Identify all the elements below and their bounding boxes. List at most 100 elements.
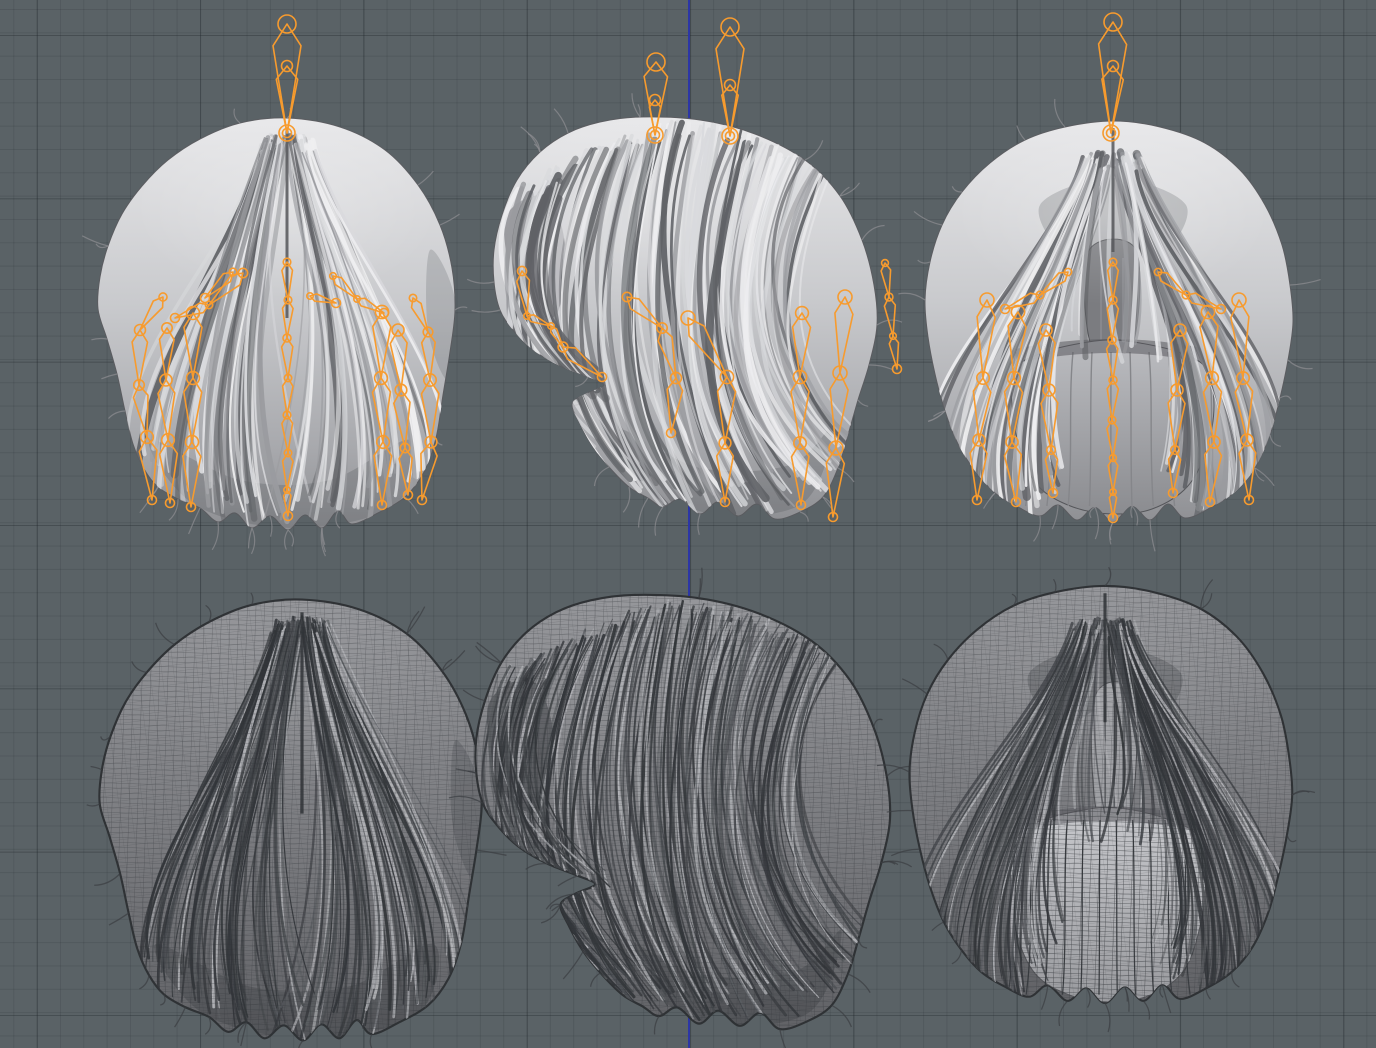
- hair-wisp: [857, 938, 868, 949]
- hair-wisp: [287, 529, 295, 547]
- hair-wisp: [1104, 1002, 1111, 1033]
- hair-wisp: [160, 994, 166, 1006]
- hair-wisp: [91, 337, 108, 341]
- hair-wisp: [868, 364, 893, 371]
- armature-bone-chain[interactable]: [880, 258, 903, 375]
- hair-wisp: [1058, 1000, 1069, 1027]
- hair-wisp: [913, 210, 943, 226]
- hair-wisp: [1289, 279, 1321, 286]
- hair-wisp: [204, 1016, 212, 1035]
- hair-detail: [909, 585, 1293, 1004]
- hair-wisp: [847, 973, 871, 994]
- hair-wisp: [527, 133, 541, 153]
- hair-wisp: [1287, 359, 1313, 370]
- hair-wisp: [898, 292, 926, 301]
- hair-wisp: [233, 108, 241, 124]
- hair-wisp: [155, 622, 175, 646]
- hair-wisp: [476, 849, 507, 856]
- hair-wisp: [933, 643, 949, 660]
- hair-wisp: [466, 278, 495, 284]
- hair-wisp: [1269, 434, 1281, 447]
- 3d-viewport[interactable]: [0, 0, 1376, 1048]
- hair-wisp: [139, 975, 150, 990]
- hair-wisp: [622, 486, 631, 513]
- hair-wisp: [1016, 125, 1026, 141]
- hair-wisp: [857, 399, 869, 407]
- hair-wisp: [653, 1015, 660, 1035]
- hair-wisp: [638, 497, 649, 528]
- hair-wisp: [211, 521, 219, 551]
- hair-wisp: [94, 873, 121, 886]
- hair-wisp: [476, 641, 502, 664]
- hair-wisp: [525, 863, 548, 870]
- hair-wisp: [917, 259, 931, 264]
- hair-wisp: [1051, 504, 1059, 530]
- hair-wisp: [406, 610, 420, 634]
- hair-wisp: [462, 689, 486, 702]
- hair-wisp: [1085, 987, 1091, 1008]
- hair-wisp: [553, 108, 569, 134]
- hair-wisp: [593, 466, 610, 487]
- hair-wisp: [1279, 395, 1292, 400]
- hair-wisp: [520, 126, 541, 153]
- hair-wisp: [1231, 971, 1240, 988]
- bone: [715, 26, 745, 137]
- hair-wisp: [101, 373, 118, 380]
- hair-wisp: [589, 972, 601, 987]
- hair-back-view-wireframe[interactable]: [86, 591, 507, 1048]
- bone: [880, 262, 892, 298]
- hair-wisp: [654, 506, 664, 536]
- hair-wisp: [1052, 578, 1057, 593]
- hair-wisp: [891, 848, 920, 857]
- hair-wisp: [335, 510, 341, 529]
- hair-wisp: [369, 1033, 373, 1048]
- hair-wisp: [247, 527, 253, 549]
- hair-wisp: [406, 606, 426, 635]
- hair-wisp: [131, 661, 147, 673]
- hair-wisp: [1054, 98, 1066, 128]
- hair-wisp: [575, 376, 589, 388]
- scene-canvas: [81, 12, 1321, 1048]
- hair-wisp: [81, 235, 109, 247]
- hair-wisp: [804, 140, 824, 161]
- hair-wisp: [441, 649, 466, 672]
- hair-wisp: [1033, 515, 1041, 542]
- hair-wisp: [1109, 521, 1114, 541]
- hair-wisp: [1143, 1000, 1151, 1020]
- hair-wisp: [1149, 519, 1156, 552]
- hair-wisp: [417, 170, 434, 186]
- mesh-overlay: [99, 599, 482, 1041]
- hair-side-view-wireframe[interactable]: [448, 567, 916, 1048]
- bone: [883, 296, 897, 337]
- hair-wisp: [454, 306, 468, 311]
- hair-wisp: [1205, 988, 1212, 1000]
- hair-wisp: [108, 912, 130, 926]
- hair-wisp: [928, 410, 946, 422]
- hair-wisp: [697, 513, 701, 535]
- hair-wisp: [1254, 467, 1265, 482]
- hair-wisp: [1130, 505, 1133, 519]
- hair-front-view-wireframe[interactable]: [876, 566, 1316, 1033]
- hair-wisp: [298, 1039, 304, 1048]
- hair-wisp: [1094, 506, 1100, 540]
- mesh-overlay: [475, 594, 891, 1030]
- hair-wisp: [799, 511, 809, 522]
- hair-wisp: [931, 921, 945, 932]
- hair-wisp: [250, 592, 254, 606]
- hair-wisp: [839, 182, 860, 197]
- hair-wisp: [1286, 834, 1297, 843]
- hair-detail: [99, 599, 482, 1041]
- hair-wisp: [205, 604, 212, 623]
- hair-wisp: [90, 765, 103, 771]
- hair-wisp: [108, 410, 126, 419]
- hair-wisp: [1104, 566, 1112, 587]
- hair-wisp: [989, 492, 996, 501]
- hair-wisp: [873, 718, 883, 728]
- hair-wisp: [250, 527, 256, 555]
- hair-wisp: [779, 1028, 787, 1048]
- hair-wisp: [439, 213, 460, 226]
- hair-wisp: [174, 1006, 186, 1028]
- hair-wisp: [901, 678, 928, 695]
- hair-wisp: [86, 803, 101, 807]
- hair-wisp: [951, 186, 963, 193]
